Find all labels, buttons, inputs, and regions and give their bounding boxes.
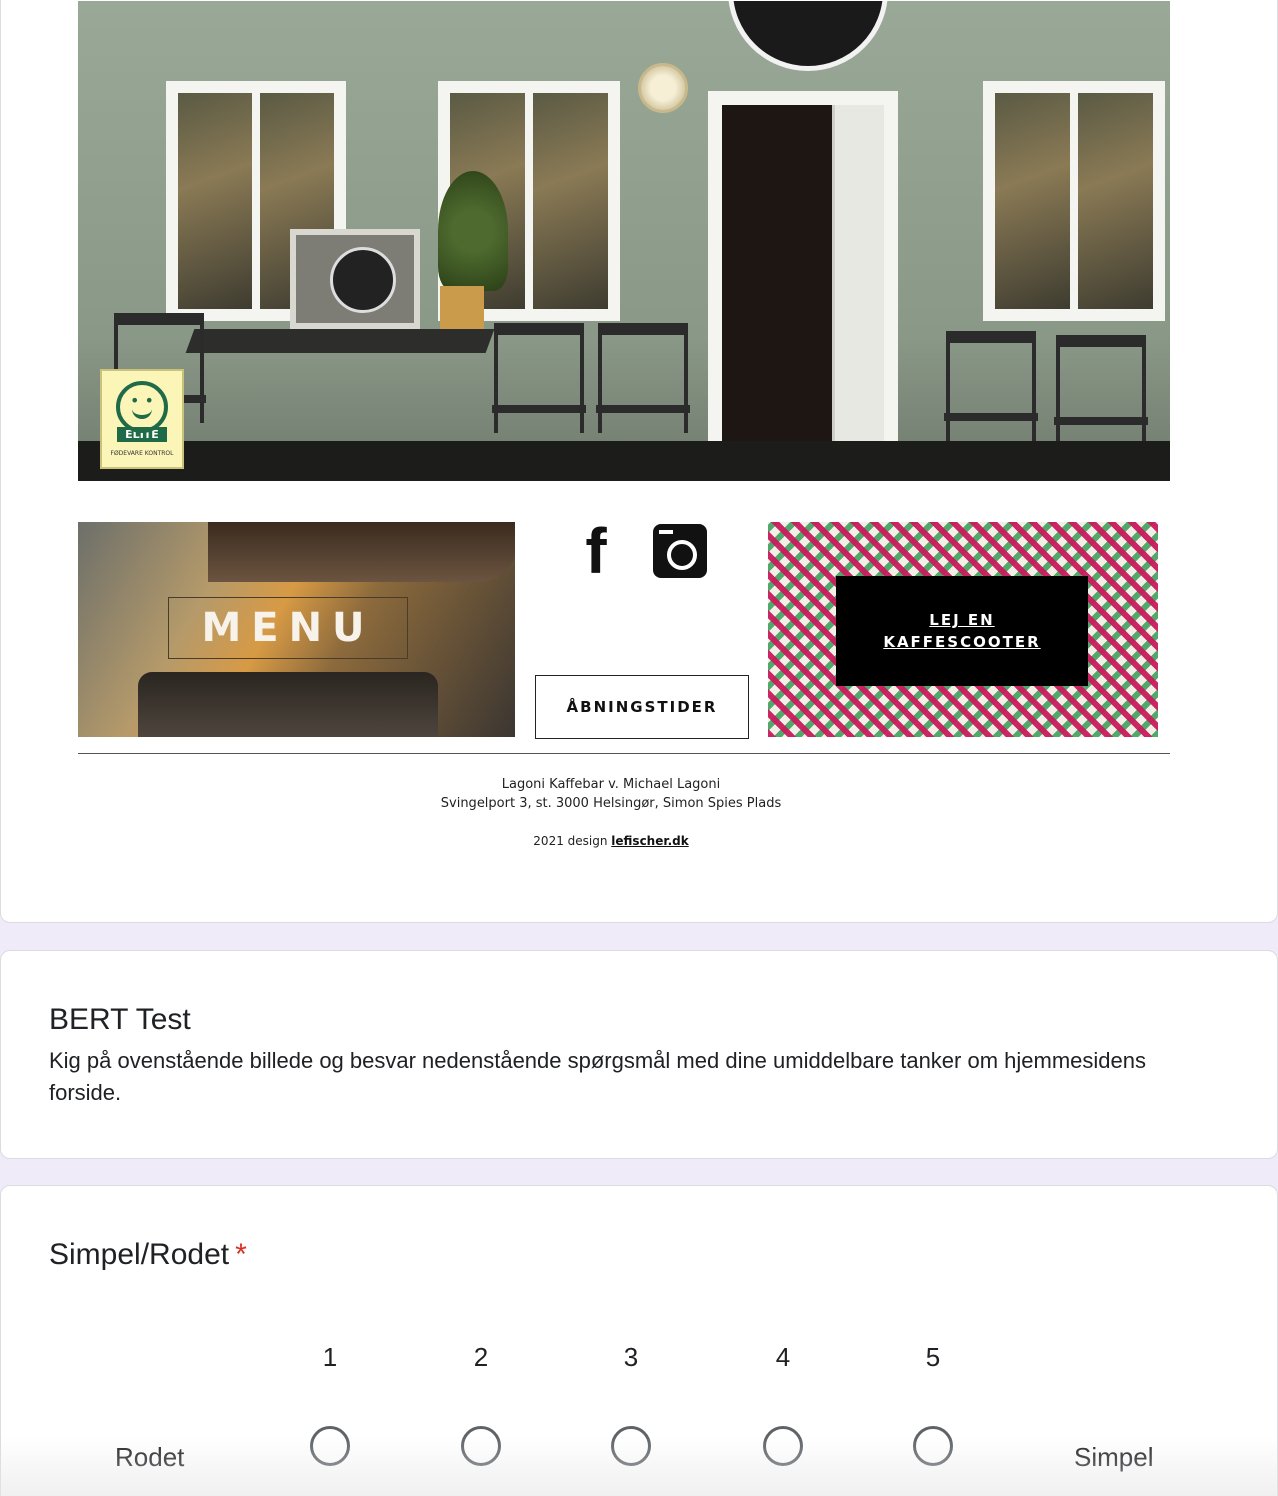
question-title: Simpel/Rodet * (49, 1238, 247, 1271)
footer-credit: 2021 design lefischer.dk (533, 834, 689, 848)
radio-option-5[interactable] (913, 1426, 953, 1466)
scale-number-3: 3 (623, 1342, 639, 1372)
linear-scale-question-card: Simpel/Rodet * 1 2 3 4 5 Rodet Simpel (0, 1185, 1278, 1496)
embedded-image-card: ELITE FØDEVARE KONTROL MENU f ÅBNINGSTID… (0, 0, 1278, 923)
scale-number-4: 4 (775, 1342, 791, 1372)
scale-number-2: 2 (473, 1342, 489, 1372)
rent-scooter-button: LEJ EN KAFFESCOOTER (836, 576, 1088, 686)
radio-option-3[interactable] (611, 1426, 651, 1466)
cafe-sign-board (290, 229, 420, 329)
footer-address: Svingelport 3, st. 3000 Helsingør, Simon… (440, 796, 782, 811)
footer-business-name: Lagoni Kaffebar v. Michael Lagoni (501, 777, 721, 792)
scale-high-label: Simpel (1074, 1442, 1154, 1472)
facebook-icon: f (585, 515, 607, 587)
radio-option-4[interactable] (763, 1426, 803, 1466)
scale-number-1: 1 (322, 1342, 338, 1372)
opening-hours-button: ÅBNINGSTIDER (535, 675, 749, 739)
cafe-storefront-photo: ELITE FØDEVARE KONTROL (78, 1, 1170, 481)
section-header-card: BERT Test Kig på ovenstående billede og … (0, 950, 1278, 1159)
section-title: BERT Test (49, 1003, 191, 1036)
menu-tile: MENU (78, 522, 515, 737)
elite-smiley-badge: ELITE FØDEVARE KONTROL (100, 369, 184, 469)
instagram-icon (653, 524, 707, 578)
scooter-tile: LEJ EN KAFFESCOOTER (768, 522, 1158, 737)
footer-divider (78, 753, 1170, 754)
section-description: Kig på ovenstående billede og besvar ned… (49, 1048, 1146, 1105)
credit-link: lefischer.dk (611, 834, 689, 848)
scale-low-label: Rodet (115, 1442, 185, 1472)
scale-number-5: 5 (925, 1342, 941, 1372)
radio-option-1[interactable] (310, 1426, 350, 1466)
menu-label: MENU (168, 597, 408, 659)
required-asterisk: * (235, 1238, 247, 1271)
smiley-icon (116, 381, 168, 433)
radio-option-2[interactable] (461, 1426, 501, 1466)
